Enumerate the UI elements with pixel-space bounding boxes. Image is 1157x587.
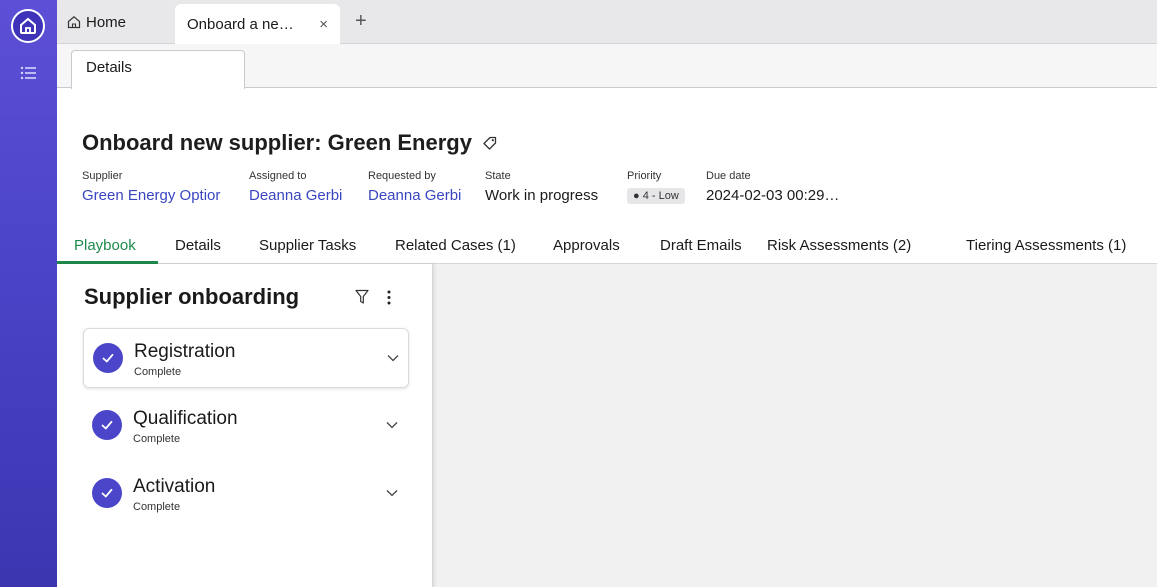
home-tab-label: Home — [86, 13, 127, 31]
close-icon[interactable]: × — [319, 16, 328, 33]
tag-icon[interactable] — [482, 135, 498, 151]
priority-badge: ● 4 - Low — [627, 188, 685, 205]
field-label: Requested by — [368, 170, 436, 182]
due-date-value: 2024-02-03 00:29… — [706, 187, 840, 204]
supplier-field: Supplier Green Energy Optior — [82, 170, 220, 204]
step-registration[interactable]: Registration Complete — [83, 328, 409, 388]
tab-playbook[interactable]: Playbook — [74, 237, 136, 254]
content-area — [433, 264, 1157, 587]
more-vertical-icon[interactable] — [386, 290, 392, 305]
step-name: Qualification — [133, 408, 238, 429]
priority-field: Priority ● 4 - Low — [627, 170, 685, 205]
tab-details[interactable]: Details — [175, 237, 221, 254]
new-tab-button[interactable]: + — [355, 10, 367, 33]
requested-by-field: Requested by Deanna Gerbi — [368, 170, 461, 204]
check-circle-icon — [92, 478, 122, 508]
field-label: Supplier — [82, 170, 123, 182]
filter-icon[interactable] — [355, 289, 369, 305]
active-tab-label: Onboard a ne… — [187, 15, 294, 33]
requested-by-link[interactable]: Deanna Gerbi — [368, 187, 461, 204]
left-rail — [0, 0, 57, 587]
tab-supplier-tasks[interactable]: Supplier Tasks — [259, 237, 356, 254]
main-tabs: Playbook Details Supplier Tasks Related … — [57, 232, 1157, 264]
tab-strip: Home Onboard a ne… × + — [57, 0, 1157, 44]
home-icon — [67, 16, 81, 29]
due-date-field: Due date 2024-02-03 00:29… — [706, 170, 839, 204]
home-rail-icon[interactable] — [11, 9, 45, 43]
active-record-tab[interactable]: Onboard a ne… × — [175, 4, 340, 44]
step-status: Complete — [133, 501, 181, 513]
step-status: Complete — [134, 366, 182, 378]
tab-risk-assessments[interactable]: Risk Assessments (2) — [767, 237, 911, 254]
step-activation[interactable]: Activation Complete — [83, 464, 409, 524]
check-circle-icon — [92, 410, 122, 440]
step-qualification[interactable]: Qualification Complete — [83, 396, 409, 456]
supplier-link[interactable]: Green Energy Optior — [82, 187, 220, 204]
playbook-title: Supplier onboarding — [84, 284, 300, 309]
sub-tab-bar: Details — [57, 44, 1157, 89]
page-title: Onboard new supplier: Green Energy — [82, 130, 472, 155]
list-icon[interactable] — [20, 66, 36, 80]
record-header: Onboard new supplier: Green Energy — [82, 130, 498, 156]
details-subtab[interactable]: Details — [71, 50, 245, 89]
field-label: Assigned to — [249, 170, 307, 182]
field-label: State — [485, 170, 511, 182]
step-name: Registration — [134, 341, 236, 362]
state-value: Work in progress — [485, 187, 599, 204]
assigned-to-field: Assigned to Deanna Gerbi — [249, 170, 342, 204]
chevron-down-icon[interactable] — [386, 489, 398, 497]
check-circle-icon — [93, 343, 123, 373]
playbook-panel: Supplier onboarding Registration Complet… — [57, 264, 433, 587]
tab-approvals[interactable]: Approvals — [553, 237, 620, 254]
tab-related-cases[interactable]: Related Cases (1) — [395, 237, 516, 254]
chevron-down-icon[interactable] — [387, 354, 399, 362]
step-status: Complete — [133, 433, 181, 445]
field-label: Priority — [627, 170, 662, 182]
field-label: Due date — [706, 170, 751, 182]
assigned-to-link[interactable]: Deanna Gerbi — [249, 187, 342, 204]
step-name: Activation — [133, 476, 216, 497]
state-field: State Work in progress — [485, 170, 598, 204]
tab-draft-emails[interactable]: Draft Emails — [660, 237, 742, 254]
tab-tiering-assessments[interactable]: Tiering Assessments (1) — [966, 237, 1126, 254]
chevron-down-icon[interactable] — [386, 421, 398, 429]
home-tab[interactable]: Home — [67, 10, 126, 34]
